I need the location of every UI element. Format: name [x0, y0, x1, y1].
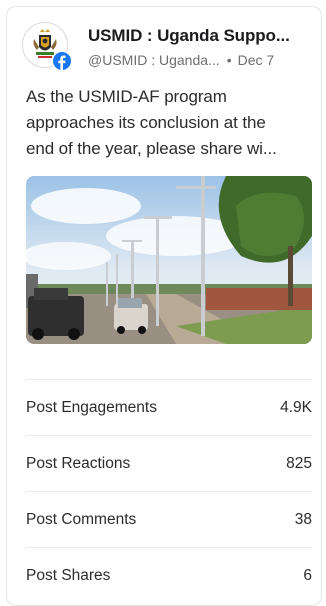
avatar-wrap [22, 22, 72, 71]
post-image[interactable] [26, 176, 312, 344]
street-photo [26, 176, 312, 344]
stat-row-post-comments: Post Comments 38 [26, 492, 312, 548]
stat-label: Post Shares [26, 567, 111, 584]
stat-row-post-engagements: Post Engagements 4.9K [26, 380, 312, 436]
page-name[interactable]: USMID : Uganda Suppo... [88, 26, 318, 46]
meta-separator: • [226, 52, 232, 68]
post-date[interactable]: Dec 7 [238, 52, 275, 68]
post-header: USMID : Uganda Suppo... @USMID : Uganda.… [18, 18, 318, 78]
stat-value: 6 [303, 567, 312, 584]
stat-row-post-shares: Post Shares 6 [26, 548, 312, 604]
stat-value: 38 [294, 511, 312, 528]
stat-label: Post Reactions [26, 455, 131, 472]
post-text-line: approaches its conclusion at the [26, 113, 266, 132]
post-text-line: As the USMID-AF program [26, 87, 227, 106]
post-text[interactable]: As the USMID-AF program approaches its c… [26, 84, 310, 162]
stat-value: 825 [286, 455, 312, 472]
post-text-line: end of the year, please share wi... [26, 139, 277, 158]
post-meta: @USMID : Uganda... • Dec 7 [88, 52, 318, 68]
stat-row-post-reactions: Post Reactions 825 [26, 436, 312, 492]
page-handle[interactable]: @USMID : Uganda... [88, 52, 220, 68]
stat-label: Post Comments [26, 511, 137, 528]
facebook-badge [52, 51, 72, 71]
stat-value: 4.9K [280, 399, 312, 416]
stat-label: Post Engagements [26, 399, 157, 416]
facebook-icon [53, 52, 71, 70]
